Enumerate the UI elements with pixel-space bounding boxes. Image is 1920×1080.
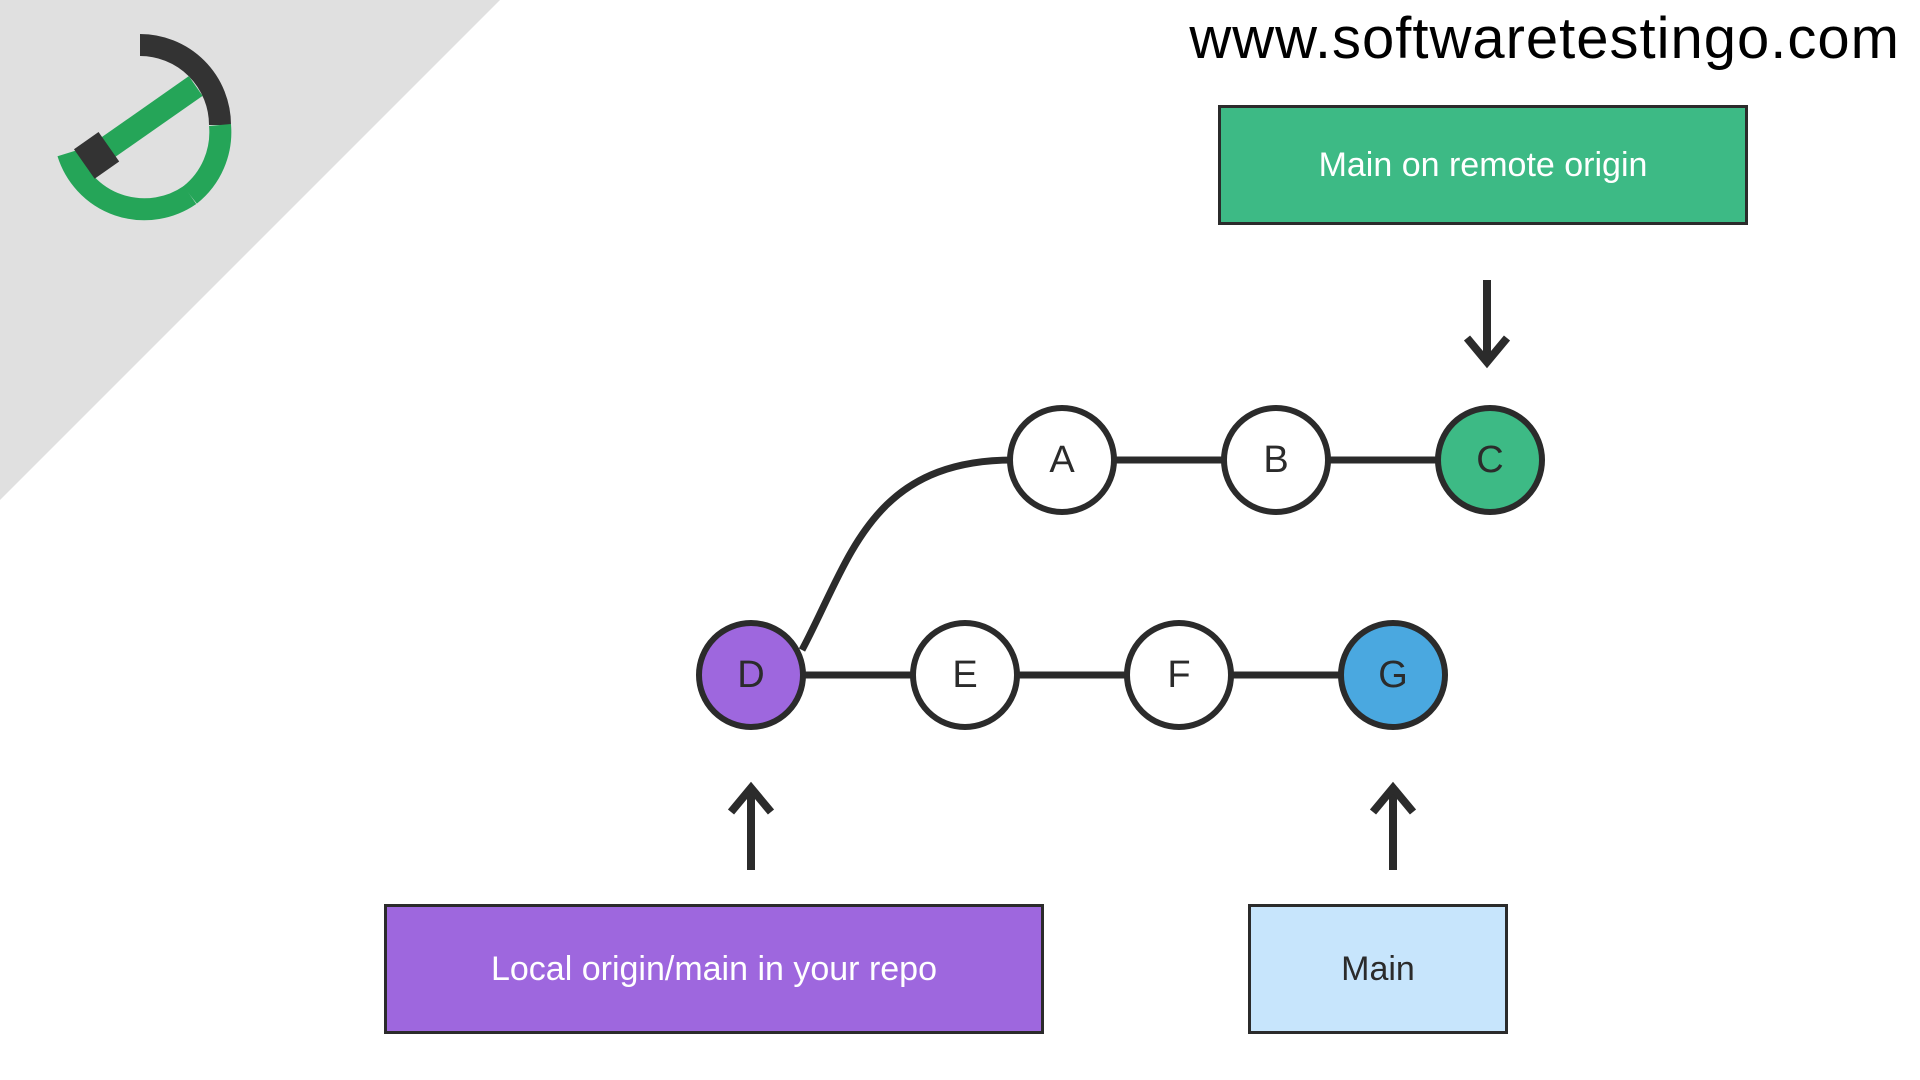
main-label: Main: [1248, 904, 1508, 1034]
commit-node-e: E: [910, 620, 1020, 730]
arrow-up-icon: [1363, 770, 1423, 870]
remote-origin-label: Main on remote origin: [1218, 105, 1748, 225]
arrow-up-icon: [721, 770, 781, 870]
arrow-down-icon: [1457, 280, 1517, 380]
commit-node-c: C: [1435, 405, 1545, 515]
commit-node-f: F: [1124, 620, 1234, 730]
commit-node-b: B: [1221, 405, 1331, 515]
local-origin-label: Local origin/main in your repo: [384, 904, 1044, 1034]
commit-node-d: D: [696, 620, 806, 730]
commit-node-g: G: [1338, 620, 1448, 730]
commit-node-a: A: [1007, 405, 1117, 515]
